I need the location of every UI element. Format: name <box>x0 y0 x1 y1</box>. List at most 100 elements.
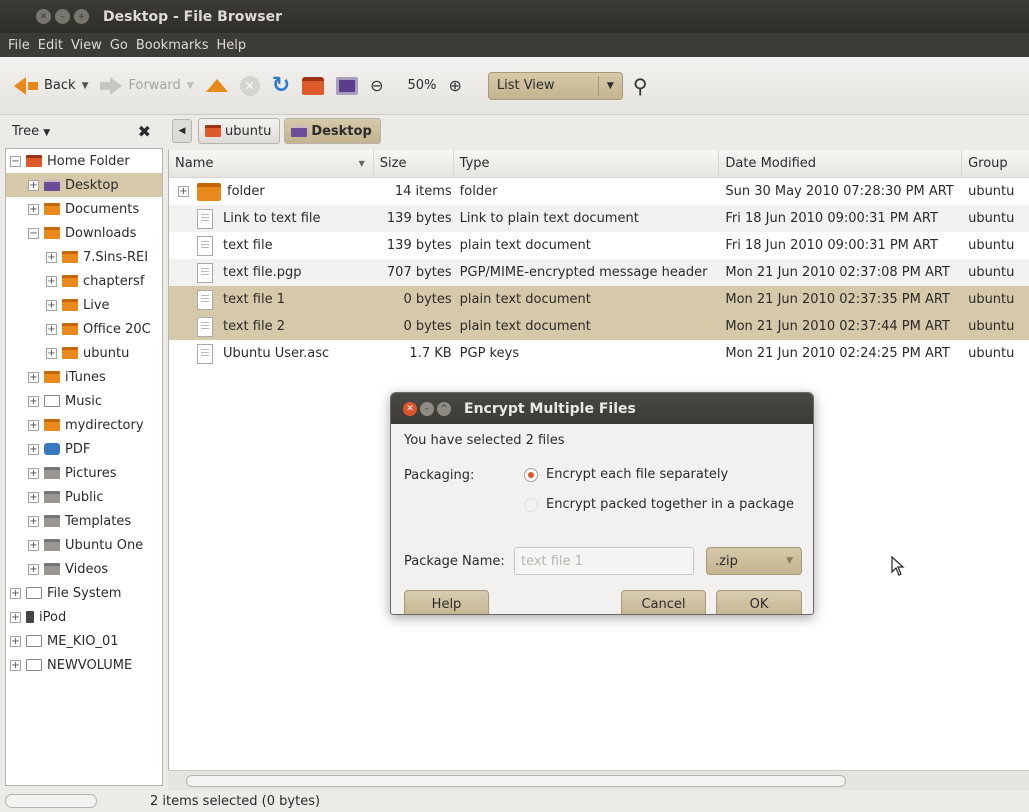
back-history-dropdown-icon[interactable]: ▼ <box>82 81 89 91</box>
column-header-group[interactable]: Group <box>962 150 1029 177</box>
column-header-date-modified[interactable]: Date Modified <box>719 150 963 177</box>
expand-icon[interactable]: + <box>28 395 39 407</box>
menu-bookmarks[interactable]: Bookmarks <box>136 38 209 53</box>
sidebar-item[interactable]: + Live <box>6 293 162 317</box>
radio-selected-icon[interactable] <box>524 467 538 482</box>
up-button[interactable] <box>205 79 228 92</box>
sidebar-item[interactable]: − Home Folder <box>6 149 162 173</box>
table-row[interactable]: + folder 14 items folder Sun 30 May 2010 07:… <box>169 178 1029 205</box>
forward-button[interactable]: Forward ▼ <box>100 76 194 95</box>
expand-icon[interactable]: + <box>28 419 39 431</box>
expand-icon[interactable]: + <box>46 323 57 335</box>
sidebar-item[interactable]: + Office 20C <box>6 317 162 341</box>
expand-icon[interactable]: + <box>28 515 39 527</box>
sidebar-item[interactable]: + iTunes <box>6 365 162 389</box>
expand-icon[interactable]: + <box>10 659 21 671</box>
column-header-size[interactable]: Size <box>374 150 454 177</box>
expand-icon[interactable]: + <box>28 539 39 551</box>
menu-go[interactable]: Go <box>110 38 128 53</box>
minimize-window-icon[interactable]: – <box>55 9 70 24</box>
menu-help[interactable]: Help <box>216 38 246 53</box>
radio-unselected-icon[interactable] <box>524 497 538 512</box>
table-row[interactable]: text file 1 0 bytes plain text document Mon… <box>169 286 1029 313</box>
sidebar-mode-select[interactable]: Tree ▼ <box>12 124 50 139</box>
table-row[interactable]: Link to text file 139 bytes Link to plain … <box>169 205 1029 232</box>
sidebar-item[interactable]: + Public <box>6 485 162 509</box>
expand-icon[interactable]: + <box>28 371 39 383</box>
sidebar-item[interactable]: + chaptersf <box>6 269 162 293</box>
maximize-window-icon[interactable]: + <box>74 9 89 24</box>
close-sidebar-icon[interactable]: ✖ <box>138 122 151 141</box>
sidebar-item[interactable]: + PDF <box>6 437 162 461</box>
expand-icon[interactable]: + <box>10 635 21 647</box>
back-button[interactable]: Back ▼ <box>14 76 89 95</box>
column-header-name[interactable]: Name ▼ <box>169 150 374 177</box>
home-button[interactable] <box>302 76 325 95</box>
collapse-icon[interactable]: − <box>10 155 21 167</box>
expand-icon[interactable]: + <box>28 467 39 479</box>
sidebar-item[interactable]: + Videos <box>6 557 162 581</box>
sidebar-item[interactable]: + File System <box>6 581 162 605</box>
cancel-button[interactable]: Cancel <box>621 590 706 614</box>
sidebar-item[interactable]: + Documents <box>6 197 162 221</box>
expand-icon[interactable]: + <box>28 443 39 455</box>
expand-icon[interactable]: + <box>46 347 57 359</box>
encrypt-package-option[interactable]: Encrypt packed together in a package <box>524 497 794 512</box>
sidebar-item[interactable]: + Pictures <box>6 461 162 485</box>
sidebar-item[interactable]: +7.Sins-REI <box>6 245 162 269</box>
table-row[interactable]: text file 2 0 bytes plain text document Mon… <box>169 313 1029 340</box>
expand-icon[interactable]: + <box>178 186 189 197</box>
sidebar-tree[interactable]: − Home Folder + Desktop + Documents − Downloads… <box>5 148 163 786</box>
menu-view[interactable]: View <box>71 38 102 53</box>
package-name-input[interactable] <box>514 547 694 575</box>
expand-icon[interactable]: + <box>46 275 57 287</box>
sidebar-item[interactable]: + ubuntu <box>6 341 162 365</box>
zoom-out-button[interactable]: ⊖ <box>370 76 383 95</box>
expand-icon[interactable]: + <box>28 491 39 503</box>
sidebar-item[interactable]: + mydirectory <box>6 413 162 437</box>
sidebar-item[interactable]: + Ubuntu One <box>6 533 162 557</box>
sidebar-item[interactable]: + iPod <box>6 605 162 629</box>
help-button[interactable]: Help <box>404 590 489 614</box>
scrollbar-thumb[interactable] <box>186 775 846 787</box>
zoom-level[interactable]: 50% <box>408 78 437 93</box>
reload-button[interactable]: ↻ <box>272 73 290 98</box>
computer-button[interactable] <box>336 76 359 95</box>
collapse-icon[interactable]: − <box>28 227 39 239</box>
column-header-type[interactable]: Type <box>454 150 720 177</box>
menu-edit[interactable]: Edit <box>38 38 63 53</box>
sidebar-item[interactable]: + ME_KIO_01 <box>6 629 162 653</box>
expand-icon[interactable]: + <box>46 299 57 311</box>
sidebar-item[interactable]: + NEWVOLUME <box>6 653 162 677</box>
sidebar-item[interactable]: − Downloads <box>6 221 162 245</box>
expand-icon[interactable]: + <box>28 563 39 575</box>
table-row[interactable]: Ubuntu User.asc 1.7 KB PGP keys Mon 21 Jun … <box>169 340 1029 367</box>
sidebar-item[interactable]: + Desktop <box>6 173 162 197</box>
table-row[interactable]: text file.pgp 707 bytes PGP/MIME-encrypted… <box>169 259 1029 286</box>
sidebar-horizontal-scrollbar[interactable] <box>5 794 97 808</box>
expand-icon[interactable]: + <box>46 251 57 263</box>
package-extension-select[interactable]: .zip ▼ <box>706 547 802 575</box>
sidebar-item[interactable]: + Music <box>6 389 162 413</box>
dialog-maximize-icon[interactable]: ^ <box>437 401 451 416</box>
search-button[interactable]: ⚲ <box>633 74 648 98</box>
expand-icon[interactable]: + <box>28 203 39 215</box>
file-list-horizontal-scrollbar[interactable] <box>168 770 1029 790</box>
view-mode-select[interactable]: List View ▼ <box>487 71 623 100</box>
breadcrumb-ubuntu[interactable]: ubuntu <box>198 118 281 144</box>
forward-history-dropdown-icon[interactable]: ▼ <box>187 81 194 91</box>
breadcrumb-desktop[interactable]: Desktop <box>284 118 381 144</box>
dialog-close-icon[interactable]: ✕ <box>403 401 417 416</box>
ok-button[interactable]: OK <box>716 590 802 614</box>
sidebar-item[interactable]: + Templates <box>6 509 162 533</box>
expand-icon[interactable]: + <box>10 587 21 599</box>
menu-file[interactable]: File <box>8 38 30 53</box>
stop-button[interactable]: ✕ <box>239 75 260 96</box>
expand-icon[interactable]: + <box>28 179 39 191</box>
encrypt-separately-option[interactable]: Encrypt each file separately <box>524 467 728 482</box>
close-window-icon[interactable]: ✕ <box>36 9 51 24</box>
expand-icon[interactable]: + <box>10 611 21 623</box>
path-scroll-left-button[interactable]: ◀ <box>172 119 192 143</box>
dialog-minimize-icon[interactable]: – <box>420 401 434 416</box>
table-row[interactable]: text file 139 bytes plain text document Fri… <box>169 232 1029 259</box>
